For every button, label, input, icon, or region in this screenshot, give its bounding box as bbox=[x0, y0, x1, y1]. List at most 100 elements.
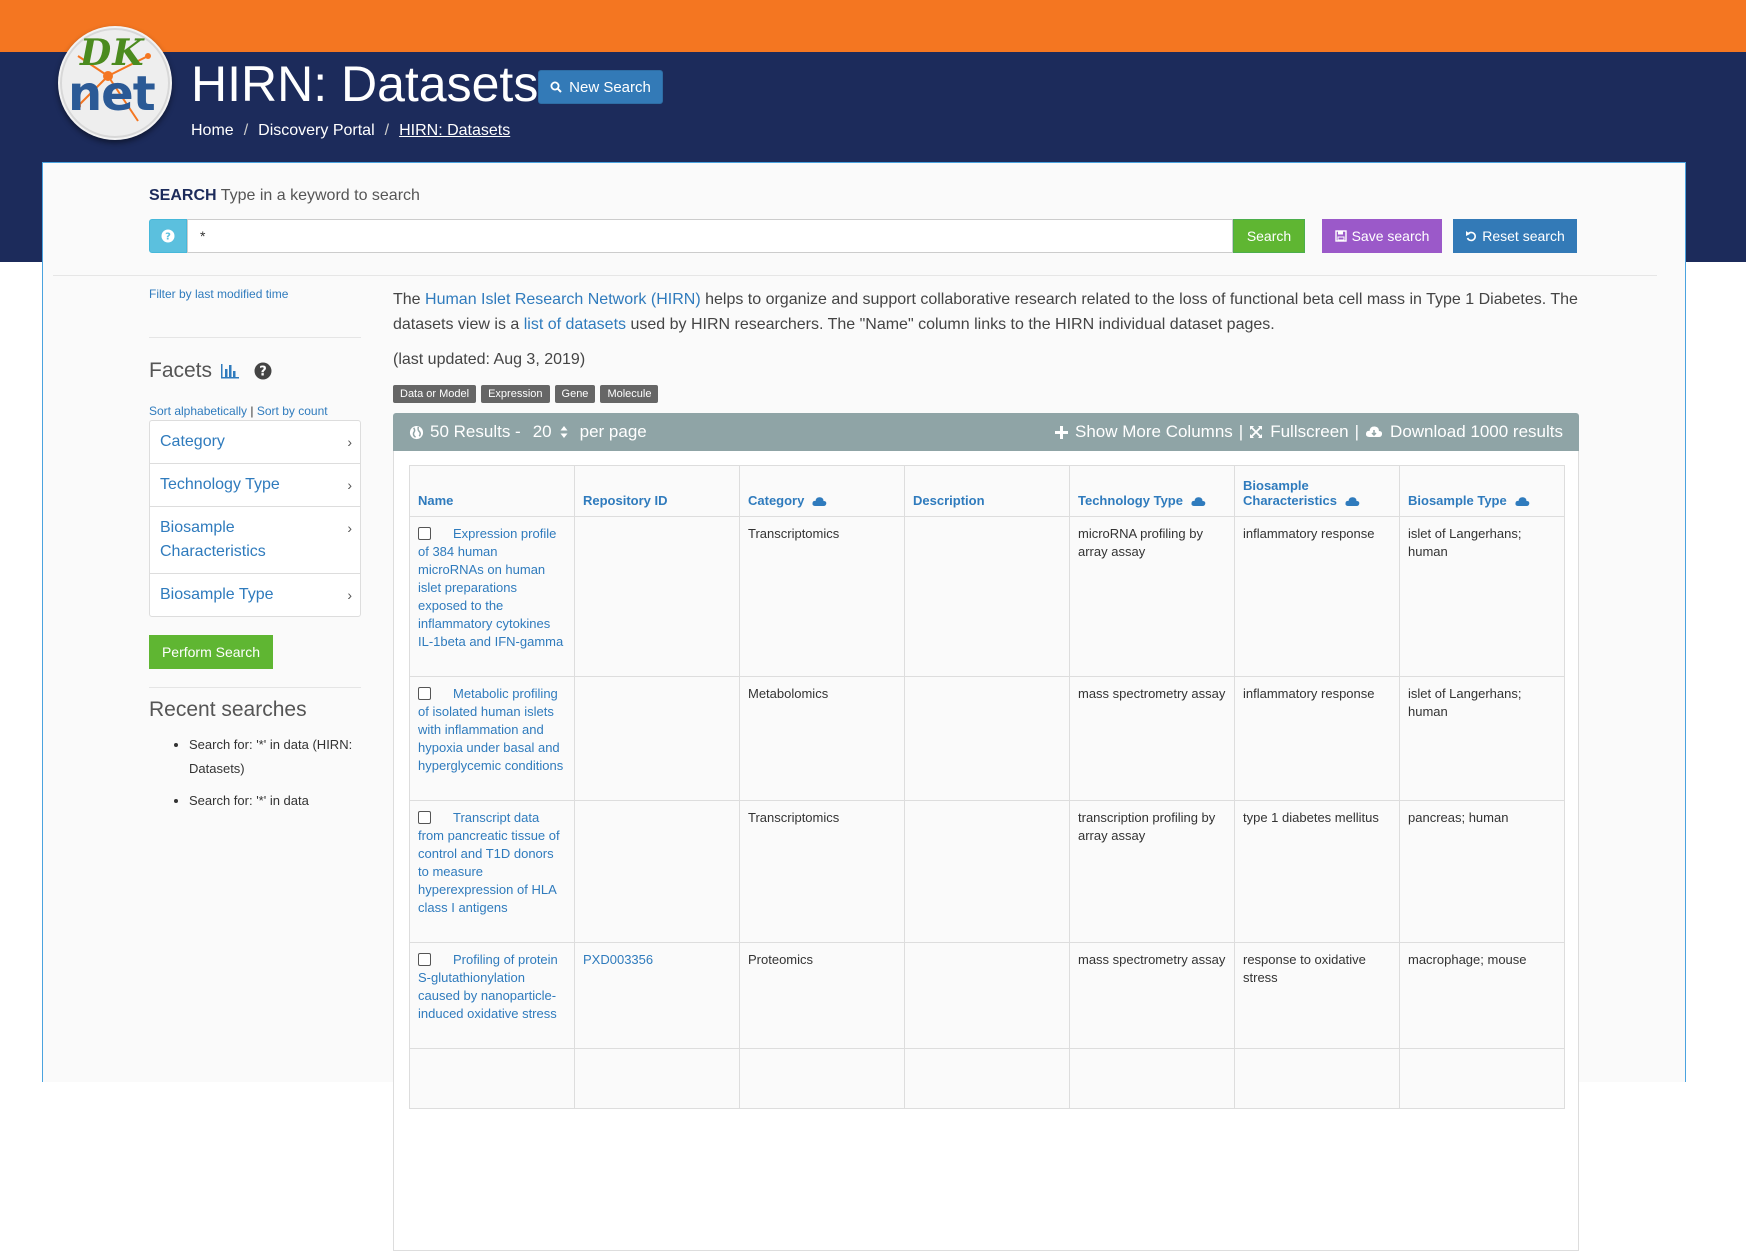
column-header-name[interactable]: Name bbox=[409, 465, 575, 517]
bar-chart-icon[interactable] bbox=[220, 363, 240, 379]
cell-biosample-type: macrophage; mouse bbox=[1399, 942, 1565, 1049]
recent-search-item[interactable]: Search for: '*' in data (HIRN: Datasets) bbox=[189, 733, 383, 781]
column-header-description[interactable]: Description bbox=[904, 465, 1070, 517]
column-header-biosample-type[interactable]: Biosample Type bbox=[1399, 465, 1565, 517]
column-header-label: Name bbox=[418, 493, 454, 508]
column-header-label: Biosample Type bbox=[1408, 493, 1507, 508]
new-search-button[interactable]: New Search bbox=[538, 70, 663, 104]
per-page-select[interactable]: 20 bbox=[527, 422, 574, 442]
cell-category: Transcriptomics bbox=[739, 516, 905, 677]
fullscreen-icon bbox=[1250, 426, 1263, 438]
row-checkbox[interactable] bbox=[418, 687, 431, 700]
cloud-icon[interactable] bbox=[1345, 496, 1360, 507]
sort-updown-icon bbox=[560, 426, 568, 438]
hirn-link[interactable]: Human Islet Research Network (HIRN) bbox=[425, 291, 701, 308]
cloud-download-icon bbox=[1365, 426, 1383, 437]
tag-data-or-model[interactable]: Data or Model bbox=[393, 385, 477, 403]
facet-list: Category › Technology Type › Biosample Cha… bbox=[149, 420, 361, 617]
cell-name: Transcript data from pancreatic tissue o… bbox=[409, 800, 575, 943]
cloud-icon[interactable] bbox=[1515, 496, 1530, 507]
toolbar-separator: | bbox=[1354, 422, 1360, 441]
sort-by-count-link[interactable]: Sort by count bbox=[257, 404, 328, 418]
dataset-name-link[interactable]: Metabolic profiling of isolated human is… bbox=[418, 686, 563, 773]
cell-repository-id bbox=[574, 1048, 740, 1109]
cell-description bbox=[904, 676, 1070, 801]
intro-paragraph: The Human Islet Research Network (HIRN) … bbox=[393, 287, 1579, 337]
content-panel: SEARCH Type in a keyword to search ? Sea… bbox=[42, 162, 1686, 1251]
tag-gene[interactable]: Gene bbox=[554, 385, 596, 403]
recent-search-item[interactable]: Search for: '*' in data bbox=[189, 789, 383, 813]
search-help-button[interactable]: ? bbox=[149, 219, 187, 253]
cell-biosample-type bbox=[1399, 1048, 1565, 1109]
new-search-label: New Search bbox=[569, 78, 651, 96]
column-header-biosample-characteristics[interactable]: Biosample Characteristics bbox=[1234, 465, 1400, 517]
row-checkbox[interactable] bbox=[418, 527, 431, 540]
show-more-columns-label: Show More Columns bbox=[1075, 422, 1233, 441]
row-checkbox[interactable] bbox=[418, 811, 431, 824]
facet-biosample-type[interactable]: Biosample Type › bbox=[150, 574, 360, 616]
sort-alphabetically-link[interactable]: Sort alphabetically bbox=[149, 404, 247, 418]
cell-biosample-characteristics: inflammatory response bbox=[1234, 516, 1400, 677]
reset-search-button[interactable]: Reset search bbox=[1453, 219, 1577, 253]
globe-icon bbox=[409, 425, 424, 439]
help-circle-icon[interactable]: ? bbox=[254, 362, 272, 380]
chevron-right-icon: › bbox=[347, 520, 352, 536]
dataset-name-link[interactable]: Expression profile of 384 human microRNA… bbox=[418, 526, 563, 649]
show-more-columns-button[interactable]: Show More Columns bbox=[1055, 422, 1233, 442]
search-icon bbox=[550, 81, 562, 93]
save-search-button[interactable]: Save search bbox=[1322, 219, 1442, 253]
tag-molecule[interactable]: Molecule bbox=[600, 385, 659, 403]
cloud-icon[interactable] bbox=[1191, 496, 1206, 507]
dataset-name-link[interactable]: Profiling of protein S-glutathionylation… bbox=[418, 952, 558, 1021]
breadcrumb-current[interactable]: HIRN: Datasets bbox=[399, 122, 510, 140]
search-button[interactable]: Search bbox=[1233, 219, 1305, 253]
column-header-label: Technology Type bbox=[1078, 493, 1183, 508]
repository-id-link[interactable]: PXD003356 bbox=[583, 952, 653, 967]
cell-biosample-characteristics: inflammatory response bbox=[1234, 676, 1400, 801]
cell-biosample-type: islet of Langerhans; human bbox=[1399, 676, 1565, 801]
cell-name bbox=[409, 1048, 575, 1109]
facet-label: Biosample Characteristics bbox=[160, 519, 266, 560]
cell-biosample-type: pancreas; human bbox=[1399, 800, 1565, 943]
intro-text: The bbox=[393, 291, 426, 308]
chevron-right-icon: › bbox=[347, 434, 352, 450]
cell-repository-id bbox=[574, 676, 740, 801]
filter-modified-time-link[interactable]: Filter by last modified time bbox=[149, 287, 288, 301]
recent-searches-heading: Recent searches bbox=[149, 698, 307, 721]
cell-repository-id bbox=[574, 516, 740, 677]
cloud-icon[interactable] bbox=[812, 496, 827, 507]
search-label: SEARCH Type in a keyword to search bbox=[149, 187, 420, 205]
tag-expression[interactable]: Expression bbox=[481, 385, 550, 403]
floppy-disk-icon bbox=[1334, 230, 1347, 242]
facet-technology-type[interactable]: Technology Type › bbox=[150, 464, 360, 507]
per-page-label: per page bbox=[579, 422, 647, 441]
question-icon: ? bbox=[161, 229, 175, 243]
cell-description bbox=[904, 942, 1070, 1049]
sidebar-divider bbox=[149, 337, 361, 338]
cell-technology-type: mass spectrometry assay bbox=[1069, 942, 1235, 1049]
facet-biosample-characteristics[interactable]: Biosample Characteristics › bbox=[150, 507, 360, 574]
breadcrumb-discovery-portal[interactable]: Discovery Portal bbox=[258, 122, 374, 140]
chevron-right-icon: › bbox=[347, 587, 352, 603]
section-divider bbox=[53, 275, 1657, 276]
breadcrumb-home[interactable]: Home bbox=[191, 122, 234, 140]
facet-label: Biosample Type bbox=[160, 586, 274, 603]
dknet-logo[interactable]: DK net bbox=[58, 26, 172, 140]
column-header-category[interactable]: Category bbox=[739, 465, 905, 517]
list-of-datasets-link[interactable]: list of datasets bbox=[524, 316, 626, 333]
column-header-repository-id[interactable]: Repository ID bbox=[574, 465, 740, 517]
cell-category: Proteomics bbox=[739, 942, 905, 1049]
cell-biosample-type: islet of Langerhans; human bbox=[1399, 516, 1565, 677]
column-header-label: Biosample Characteristics bbox=[1243, 478, 1337, 508]
fullscreen-button[interactable]: Fullscreen bbox=[1249, 422, 1349, 442]
perform-search-button[interactable]: Perform Search bbox=[149, 635, 273, 669]
row-checkbox[interactable] bbox=[418, 953, 431, 966]
dataset-name-link[interactable]: Transcript data from pancreatic tissue o… bbox=[418, 810, 560, 915]
search-input[interactable] bbox=[187, 219, 1233, 253]
results-count: 50 Results - bbox=[430, 422, 521, 441]
search-label-strong: SEARCH bbox=[149, 187, 217, 204]
per-page-value: 20 bbox=[532, 422, 552, 441]
download-results-button[interactable]: Download 1000 results bbox=[1365, 422, 1563, 442]
facet-category[interactable]: Category › bbox=[150, 421, 360, 464]
column-header-technology-type[interactable]: Technology Type bbox=[1069, 465, 1235, 517]
